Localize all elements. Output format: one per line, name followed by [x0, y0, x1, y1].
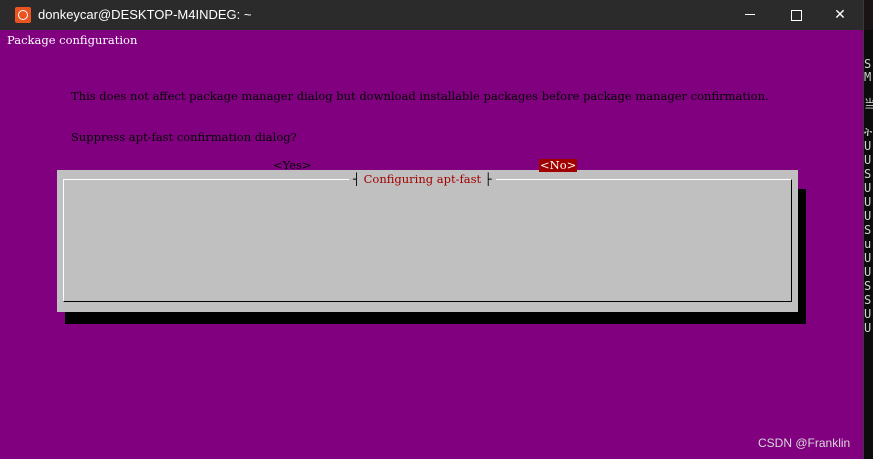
terminal-content[interactable]: Package configuration ┤ Configuring apt-…: [0, 30, 863, 459]
dialog-content: This does not affect package manager dia…: [57, 30, 798, 459]
background-text-fragment: S: [864, 223, 872, 237]
desktop: ▲ SM当ትUUSUUUSuUUSSUU donkeycar@DESKTOP-M…: [0, 0, 873, 459]
background-text-fragment: S: [864, 167, 872, 181]
background-text-fragment: U: [864, 181, 872, 195]
background-text-fragment: U: [864, 209, 872, 223]
window-title: donkeycar@DESKTOP-M4INDEG: ~: [38, 7, 252, 22]
background-text-fragment: u: [864, 237, 872, 251]
background-text-fragment: U: [864, 139, 872, 153]
close-button[interactable]: ✕: [817, 0, 863, 30]
background-text-fragment: U: [864, 153, 872, 167]
watermark: CSDN @Franklin: [758, 436, 851, 450]
background-text-fragment: U: [864, 307, 872, 321]
yes-button[interactable]: <Yes>: [272, 159, 313, 172]
background-text-fragment: U: [864, 321, 872, 335]
dialog-question: Suppress apt-fast confirmation dialog?: [71, 130, 297, 144]
minimize-button[interactable]: [727, 0, 773, 30]
maximize-button[interactable]: [773, 0, 819, 30]
background-text-fragment: ት: [864, 125, 873, 139]
dialog-body-text: This does not affect package manager dia…: [71, 89, 769, 103]
background-text-fragment: S: [864, 293, 872, 307]
background-text-fragment: M: [864, 70, 872, 84]
close-icon: ✕: [834, 7, 846, 23]
ubuntu-icon: [15, 7, 31, 23]
no-button[interactable]: <No>: [539, 159, 578, 172]
title-bar[interactable]: donkeycar@DESKTOP-M4INDEG: ~ ✕: [0, 0, 863, 30]
background-text-fragment: U: [864, 265, 872, 279]
terminal-window[interactable]: donkeycar@DESKTOP-M4INDEG: ~ ✕ Package c…: [0, 0, 863, 459]
background-text-fragment: 当: [864, 97, 873, 111]
background-text-fragment: S: [864, 279, 872, 293]
minimize-icon: [745, 14, 755, 15]
maximize-icon: [791, 10, 802, 21]
background-text-fragment: U: [864, 195, 872, 209]
background-text-fragment: U: [864, 251, 872, 265]
